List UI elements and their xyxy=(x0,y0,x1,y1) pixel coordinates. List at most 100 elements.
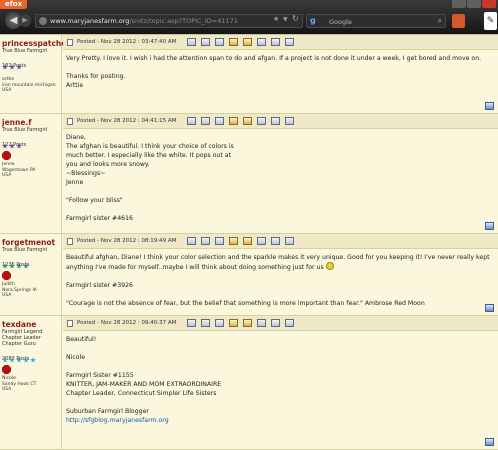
ip-icon[interactable] xyxy=(257,117,266,125)
reply-with-quote-icon[interactable] xyxy=(485,222,494,230)
url-path: /snitz/topic.asp?TOPIC_ID=41171 xyxy=(129,17,238,25)
reload-icon[interactable]: ↻ xyxy=(292,14,299,23)
username-link[interactable]: princesspatches xyxy=(2,39,71,48)
reply-with-quote-icon[interactable] xyxy=(485,304,494,312)
maximize-button[interactable] xyxy=(467,0,481,8)
post-text: ~Blessings~ xyxy=(66,169,494,178)
firefox-menu-button[interactable]: efox xyxy=(0,0,28,9)
edit-icon[interactable] xyxy=(229,117,238,125)
url-bar[interactable]: www.maryjanesfarm.org/snitz/topic.asp?TO… xyxy=(35,14,303,28)
blog-link[interactable]: http://sfgblog.maryjanesfarm.org xyxy=(66,416,494,425)
post-text: "Courage is not the absence of fear, but… xyxy=(66,299,494,308)
dropdown-arrow-icon[interactable]: ▼ xyxy=(283,16,288,23)
post-text: Beautiful! xyxy=(66,335,494,344)
close-window-button[interactable] xyxy=(482,0,496,8)
edit-icon[interactable] xyxy=(229,237,238,245)
delete-icon[interactable] xyxy=(271,117,280,125)
search-bar[interactable]: g Google ⌕ xyxy=(306,14,446,28)
post-line: Farmgirl sister #3926 xyxy=(66,282,133,289)
report-icon[interactable] xyxy=(285,319,294,327)
minimize-button[interactable] xyxy=(452,0,466,8)
rank-stars xyxy=(2,134,61,149)
post-header: Posted - Nov 28 2012 : 08:19:49 AM xyxy=(63,234,498,249)
post-text: Very Pretty. I love it. I wish i had the… xyxy=(66,54,494,63)
edit-icon[interactable] xyxy=(229,319,238,327)
username-link[interactable]: jenne.f xyxy=(2,118,61,127)
member-rank: True Blue Farmgirl xyxy=(2,247,48,253)
homepage-icon[interactable] xyxy=(201,237,210,245)
delete-icon[interactable] xyxy=(271,319,280,327)
post-icon xyxy=(67,238,73,245)
profile-icon[interactable] xyxy=(187,319,196,327)
member-location: USA xyxy=(2,387,12,392)
extension-button[interactable]: ✎ xyxy=(484,12,497,30)
quote-icon[interactable] xyxy=(243,319,252,327)
report-icon[interactable] xyxy=(285,117,294,125)
post-text: Thanks for posting. xyxy=(66,72,494,81)
report-icon[interactable] xyxy=(285,237,294,245)
member-location: USA xyxy=(2,88,12,93)
profile-icon[interactable] xyxy=(187,117,196,125)
quote-icon[interactable] xyxy=(243,237,252,245)
post-line: Beautiful! xyxy=(66,336,97,343)
post-line: much better. I especially like the white… xyxy=(66,152,232,159)
email-icon[interactable] xyxy=(215,237,224,245)
post-text: The afghan is beautiful. I think your ch… xyxy=(66,142,494,151)
email-icon[interactable] xyxy=(215,117,224,125)
ip-icon[interactable] xyxy=(257,38,266,46)
homepage-icon[interactable] xyxy=(201,319,210,327)
post-body: Diane, The afghan is beautiful. I think y… xyxy=(66,133,494,223)
post-text: KNITTER, JAM-MAKER AND MOM EXTRAORDINAIR… xyxy=(66,380,494,389)
ip-icon[interactable] xyxy=(257,319,266,327)
forward-arrow-icon[interactable]: ▶ xyxy=(19,14,31,27)
post-text: much better. I especially like the white… xyxy=(66,151,494,160)
member-rank: Chapter Guru xyxy=(2,341,36,347)
profile-icon[interactable] xyxy=(187,38,196,46)
post-text: Diane, xyxy=(66,133,494,142)
report-icon[interactable] xyxy=(285,38,294,46)
delete-icon[interactable] xyxy=(271,237,280,245)
homepage-icon[interactable] xyxy=(201,38,210,46)
post-text: Nicole xyxy=(66,353,494,362)
post-tools xyxy=(187,117,299,125)
rank-stars xyxy=(2,254,61,269)
google-icon[interactable]: g xyxy=(310,16,316,25)
username-link[interactable]: texdane xyxy=(2,320,61,329)
email-icon[interactable] xyxy=(215,38,224,46)
quote-icon[interactable] xyxy=(243,38,252,46)
addon-icon[interactable] xyxy=(452,14,465,28)
author-panel: texdane Farmgirl Legend Chapter Leader Chap… xyxy=(0,316,62,449)
search-icon[interactable]: ⌕ xyxy=(438,16,442,26)
delete-icon[interactable] xyxy=(271,38,280,46)
post-date: Posted - Nov 28 2012 : 03:47:40 AM xyxy=(77,39,177,45)
author-panel: jenne.f True Blue Farmgirl 122 Posts Jenne W… xyxy=(0,114,62,233)
browser-toolbar: efox ◀ ▶ www.maryjanesfarm.org/snitz/top… xyxy=(0,0,498,34)
quote-icon[interactable] xyxy=(243,117,252,125)
forum-post: jenne.f True Blue Farmgirl 122 Posts Jenne W… xyxy=(0,114,498,234)
farmgirl-badge-icon xyxy=(2,271,11,280)
profile-icon[interactable] xyxy=(187,237,196,245)
reply-with-quote-icon[interactable] xyxy=(485,102,494,110)
post-body: Beautiful! Nicole Farmgirl Sister #1155 KNI… xyxy=(66,335,494,425)
post-header: Posted - Nov 28 2012 : 03:47:40 AM xyxy=(63,35,498,50)
post-header: Posted - Nov 28 2012 : 09:40:37 AM xyxy=(63,316,498,331)
edit-icon[interactable] xyxy=(229,38,238,46)
site-identity-icon[interactable] xyxy=(39,17,47,25)
star-icon[interactable]: ★ xyxy=(273,15,279,23)
email-icon[interactable] xyxy=(215,319,224,327)
forum-post: princesspatches True Blue Farmgirl 182 Pos… xyxy=(0,35,498,114)
username-link[interactable]: forgetmenot xyxy=(2,238,61,247)
ip-icon[interactable] xyxy=(257,237,266,245)
farmgirl-badge-icon xyxy=(2,151,11,160)
post-icon xyxy=(67,320,73,327)
homepage-icon[interactable] xyxy=(201,117,210,125)
post-icon xyxy=(67,118,73,125)
reply-with-quote-icon[interactable] xyxy=(485,438,494,446)
rank-stars xyxy=(2,348,61,363)
post-text: Arttie xyxy=(66,81,494,90)
search-input[interactable]: Google xyxy=(329,18,352,26)
